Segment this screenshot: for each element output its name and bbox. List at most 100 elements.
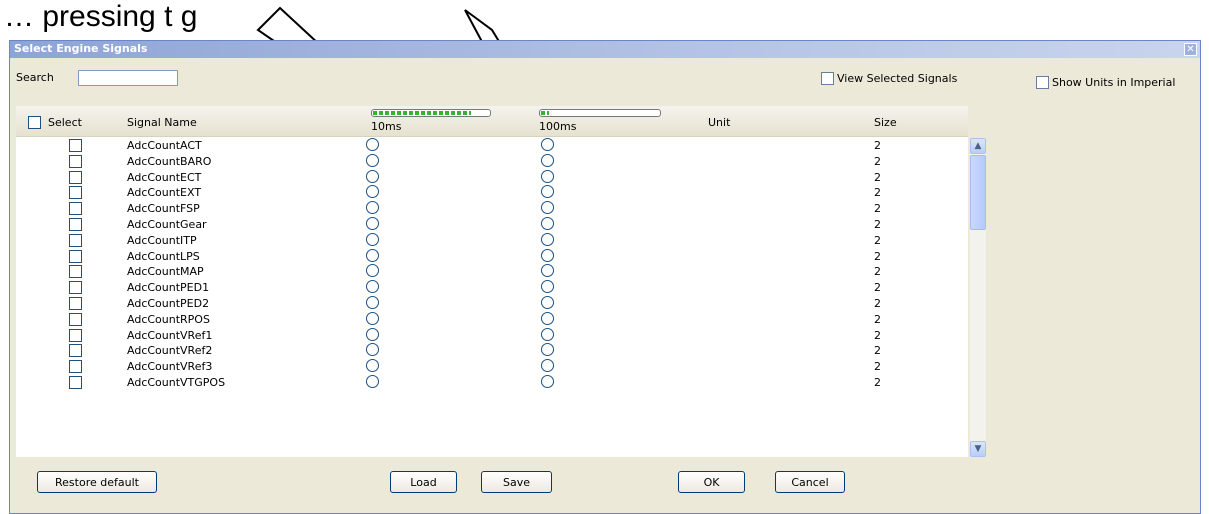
select-all-checkbox[interactable] [28, 116, 41, 129]
table-row[interactable]: AdcCountVRef1 2 [16, 327, 968, 343]
rate-100ms-radio[interactable] [541, 248, 554, 262]
rate-10ms-radio[interactable] [366, 248, 379, 262]
rate-100ms-radio[interactable] [541, 327, 554, 341]
rate-100ms-radio[interactable] [541, 311, 554, 325]
rate-100ms-radio[interactable] [541, 138, 554, 151]
rate-100ms-radio[interactable] [541, 232, 554, 246]
search-input[interactable] [78, 70, 178, 86]
rate-100ms-radio[interactable] [541, 201, 554, 215]
signal-size: 2 [874, 186, 881, 200]
scroll-down-icon[interactable]: ▼ [970, 441, 986, 457]
table-row[interactable]: AdcCountECT 2 [16, 169, 968, 185]
cancel-button[interactable]: Cancel [775, 471, 845, 493]
row-select-checkbox[interactable] [69, 344, 82, 358]
row-select-checkbox[interactable] [69, 265, 82, 279]
rate-100ms-radio[interactable] [541, 375, 554, 388]
table-row[interactable]: AdcCountFSP 2 [16, 201, 968, 216]
rate-100ms-radio[interactable] [541, 359, 554, 373]
signal-name: AdcCountVRef1 [127, 328, 213, 342]
rate-10ms-radio[interactable] [366, 359, 379, 373]
rate-10ms-radio[interactable] [366, 327, 379, 341]
table-row[interactable]: AdcCountLPS 2 [16, 248, 968, 264]
rate-100ms-radio[interactable] [541, 169, 554, 183]
rate-10ms-radio[interactable] [366, 280, 379, 294]
signal-name: AdcCountVTGPOS [127, 376, 226, 389]
row-select-checkbox[interactable] [69, 170, 82, 184]
row-select-checkbox[interactable] [69, 218, 82, 231]
row-select-checkbox[interactable] [69, 281, 82, 295]
search-label: Search [16, 71, 54, 84]
table-row[interactable]: AdcCountACT 2 [16, 138, 968, 153]
signal-size: 2 [874, 139, 881, 152]
rate-10ms-radio[interactable] [366, 296, 379, 309]
restore-default-button[interactable]: Restore default [37, 471, 157, 493]
select-engine-signals-dialog: Select Engine Signals ✕ Search View Sele… [9, 40, 1201, 514]
rate-10ms-radio[interactable] [366, 311, 379, 325]
signal-size: 2 [874, 328, 881, 342]
table-row[interactable]: AdcCountVRef2 2 [16, 343, 968, 358]
row-select-checkbox[interactable] [69, 139, 82, 152]
row-select-checkbox[interactable] [69, 202, 82, 216]
vertical-scrollbar[interactable]: ▲ ▼ [970, 138, 986, 457]
row-select-checkbox[interactable] [69, 376, 82, 389]
rate-10ms-radio[interactable] [366, 201, 379, 215]
rate-10ms-radio[interactable] [366, 264, 379, 278]
scrollbar-thumb[interactable] [970, 155, 986, 230]
save-button[interactable]: Save [481, 471, 552, 493]
scroll-up-icon[interactable]: ▲ [970, 138, 986, 154]
rate-100ms-radio[interactable] [541, 264, 554, 278]
rate-100ms-radio[interactable] [541, 296, 554, 309]
signal-name: AdcCountPED1 [127, 281, 210, 295]
ok-button[interactable]: OK [678, 471, 745, 493]
table-row[interactable]: AdcCountITP 2 [16, 232, 968, 248]
rate-10ms-progress-fill [373, 111, 472, 115]
signal-name: AdcCountMAP [127, 265, 204, 279]
rate-100ms-radio[interactable] [541, 217, 554, 230]
rate-100ms-radio[interactable] [541, 185, 554, 199]
rate-100ms-radio[interactable] [541, 153, 554, 167]
row-select-checkbox[interactable] [69, 186, 82, 200]
row-select-checkbox[interactable] [69, 312, 82, 326]
checkbox-box[interactable] [821, 72, 834, 85]
view-selected-signals-label: View Selected Signals [837, 72, 958, 85]
table-row[interactable]: AdcCountRPOS 2 [16, 311, 968, 327]
rate-10ms-radio[interactable] [366, 185, 379, 199]
table-row[interactable]: AdcCountVRef3 2 [16, 359, 968, 374]
signals-table: Select Signal Name 10ms 100ms Unit Size … [16, 106, 968, 457]
signal-size: 2 [874, 360, 881, 374]
load-button[interactable]: Load [390, 471, 457, 493]
header-100ms[interactable]: 100ms [539, 120, 576, 133]
row-select-checkbox[interactable] [69, 249, 82, 263]
header-select: Select [48, 116, 82, 129]
view-selected-signals-checkbox[interactable]: View Selected Signals [821, 72, 957, 85]
row-select-checkbox[interactable] [69, 360, 82, 374]
row-select-checkbox[interactable] [69, 233, 82, 247]
rate-10ms-radio[interactable] [366, 138, 379, 151]
rate-10ms-radio[interactable] [366, 153, 379, 167]
table-row[interactable]: AdcCountMAP 2 [16, 264, 968, 279]
rate-10ms-radio[interactable] [366, 375, 379, 388]
table-row[interactable]: AdcCountVTGPOS 2 [16, 375, 968, 390]
table-row[interactable]: AdcCountGear 2 [16, 217, 968, 232]
table-header: Select Signal Name 10ms 100ms Unit Size [16, 106, 968, 137]
rate-100ms-radio[interactable] [541, 280, 554, 294]
rate-10ms-radio[interactable] [366, 343, 379, 357]
rate-100ms-radio[interactable] [541, 343, 554, 357]
rate-10ms-radio[interactable] [366, 169, 379, 183]
table-row[interactable]: AdcCountPED1 2 [16, 280, 968, 295]
rate-10ms-radio[interactable] [366, 232, 379, 246]
checkbox-box[interactable] [1036, 76, 1049, 89]
table-row[interactable]: AdcCountEXT 2 [16, 185, 968, 200]
signal-name: AdcCountFSP [127, 202, 200, 216]
row-select-checkbox[interactable] [69, 154, 82, 168]
header-10ms[interactable]: 10ms [371, 120, 401, 133]
close-icon[interactable]: ✕ [1184, 43, 1197, 56]
row-select-checkbox[interactable] [69, 297, 82, 310]
signal-size: 2 [874, 344, 881, 358]
table-row[interactable]: AdcCountPED2 2 [16, 296, 968, 311]
show-units-imperial-checkbox[interactable]: Show Units in Imperial [1036, 76, 1175, 89]
row-select-checkbox[interactable] [69, 328, 82, 342]
rate-100ms-progress [539, 109, 661, 117]
table-row[interactable]: AdcCountBARO 2 [16, 153, 968, 169]
rate-10ms-radio[interactable] [366, 217, 379, 230]
